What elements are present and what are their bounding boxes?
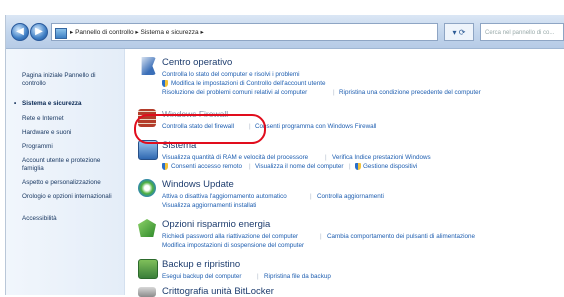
category-title-windows-update[interactable]: Windows Update [162,179,234,190]
sidebar-item-accessibilita[interactable]: Accessibilità [22,215,118,223]
search-placeholder: Cerca nel pannello di co... [485,30,555,36]
separator: | [320,233,322,240]
category-title-backup-ripristino[interactable]: Backup e ripristino [162,259,240,270]
link-consenti-accesso-remoto[interactable]: Consenti accesso remoto [171,163,242,170]
back-button[interactable]: ◀ [11,23,29,41]
sidebar-item-programmi[interactable]: Programmi [22,143,118,151]
separator: | [349,163,351,170]
main-content: Centro operativo Controlla lo stato del … [124,49,564,297]
separator: | [257,273,259,280]
link-attiva-aggiornamento-automatico[interactable]: Attiva o disattiva l'aggiornamento autom… [162,193,287,200]
control-panel-window: ◀ ▶ ▸ Pannello di controllo ▸ Sistema e … [5,15,564,297]
link-consenti-programma-firewall[interactable]: Consenti programma con Windows Firewall [255,123,376,130]
link-esegui-backup[interactable]: Esegui backup del computer [162,273,241,280]
link-visualizza-nome-computer[interactable]: Visualizza il nome del computer [255,163,343,170]
breadcrumb: ▸ Pannello di controllo ▸ Sistema e sicu… [70,29,204,36]
uac-shield-icon [162,80,168,87]
link-modifica-controllo-account[interactable]: Modifica le impostazioni di Controllo de… [171,80,326,87]
link-richiedi-password-riattivazione[interactable]: Richiedi password alla riattivazione del… [162,233,298,240]
sidebar-item-aspetto[interactable]: Aspetto e personalizzazione [22,179,118,187]
highlight-circle [134,114,266,144]
search-input[interactable]: Cerca nel pannello di co... [480,23,564,41]
windows-update-icon [138,179,156,197]
link-gestione-dispositivi[interactable]: Gestione dispositivi [363,163,417,170]
link-cambia-comportamento-pulsanti[interactable]: Cambia comportamento dei pulsanti di ali… [327,233,475,240]
sidebar: Pagina iniziale Pannello di controllo Si… [6,49,125,295]
link-verifica-indice-prestazioni[interactable]: Verifica Indice prestazioni Windows [332,154,431,161]
sidebar-item-home[interactable]: Pagina iniziale Pannello di controllo [22,72,118,88]
address-bar[interactable]: ▸ Pannello di controllo ▸ Sistema e sicu… [51,23,438,41]
sidebar-item-sistema-sicurezza[interactable]: Sistema e sicurezza [14,100,118,108]
category-title-opzioni-energia[interactable]: Opzioni risparmio energia [162,219,270,230]
link-risoluzione-problemi[interactable]: Risoluzione dei problemi comuni relativi… [162,89,307,96]
forward-button[interactable]: ▶ [30,23,48,41]
link-controlla-stato-computer[interactable]: Controlla lo stato del computer e risolv… [162,71,300,78]
link-visualizza-ram[interactable]: Visualizza quantità di RAM e velocità de… [162,154,308,161]
sidebar-item-hardware-suoni[interactable]: Hardware e suoni [22,129,118,137]
uac-shield-icon [162,163,168,170]
control-panel-icon [55,28,67,39]
power-options-icon [138,219,156,237]
sidebar-item-account-utente[interactable]: Account utente e protezione famiglia [22,157,118,173]
separator: | [333,89,335,96]
bitlocker-icon [138,287,156,297]
link-ripristina-file-backup[interactable]: Ripristina file da backup [264,273,331,280]
sidebar-item-rete-internet[interactable]: Rete e Internet [22,115,118,123]
backup-icon [138,259,158,279]
separator: | [325,154,327,161]
separator: | [310,193,312,200]
link-controlla-aggiornamenti[interactable]: Controlla aggiornamenti [317,193,384,200]
flag-icon [141,57,156,75]
uac-shield-icon [355,163,361,170]
refresh-button[interactable]: ▾ ⟳ [444,23,474,41]
link-ripristina-condizione[interactable]: Ripristina una condizione precedente del… [339,89,481,96]
navigation-bar: ◀ ▶ ▸ Pannello di controllo ▸ Sistema e … [6,15,564,49]
category-title-centro-operativo[interactable]: Centro operativo [162,57,232,68]
link-modifica-sospensione[interactable]: Modifica impostazioni di sospensione del… [162,242,304,249]
separator: | [249,163,251,170]
sidebar-item-orologio[interactable]: Orologio e opzioni internazionali [22,193,118,201]
link-visualizza-aggiornamenti-installati[interactable]: Visualizza aggiornamenti installati [162,202,256,209]
category-title-bitlocker[interactable]: Crittografia unità BitLocker [162,286,274,297]
